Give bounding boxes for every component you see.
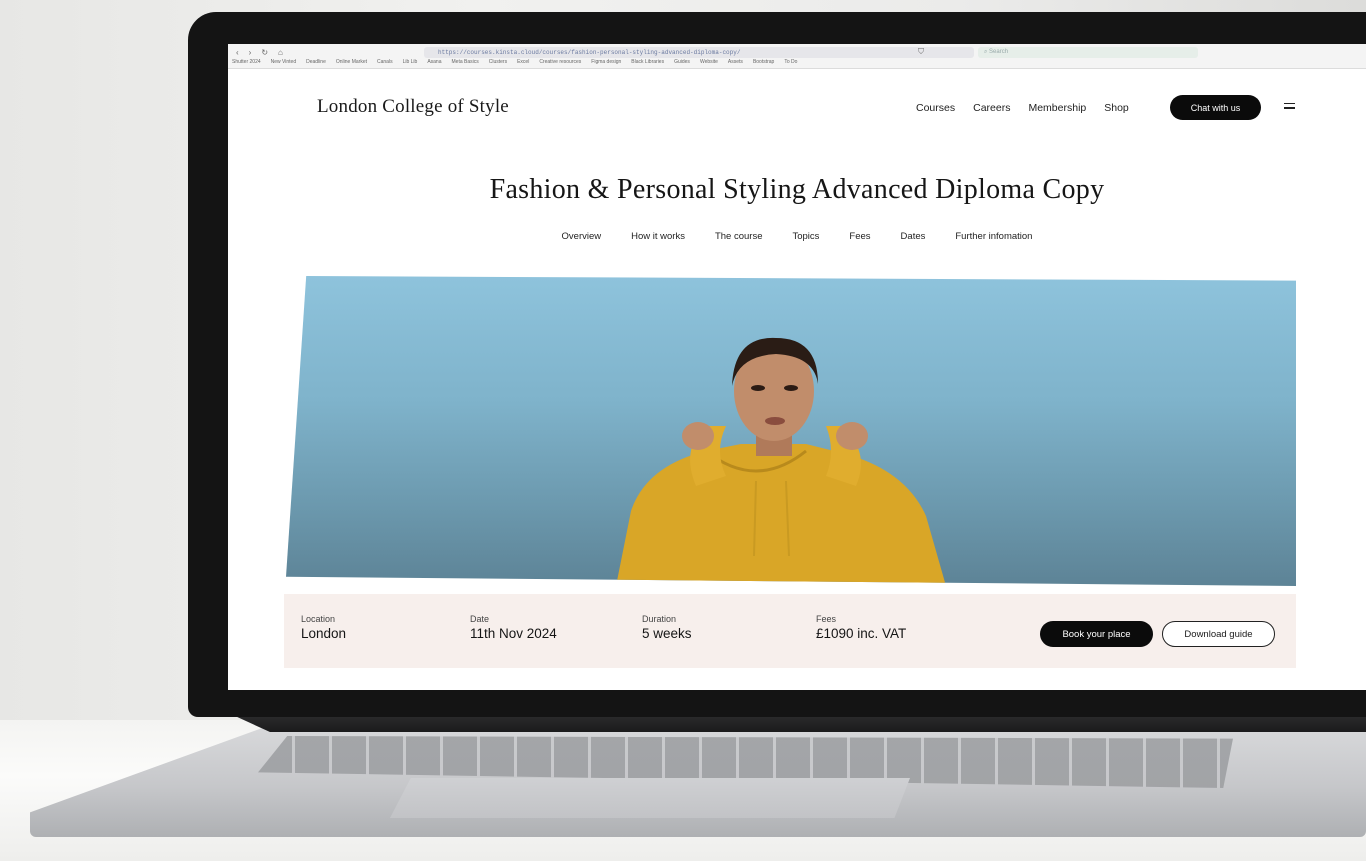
page-title: Fashion & Personal Styling Advanced Dipl…	[489, 174, 1105, 205]
address-bar[interactable]: https://courses.kinsta.cloud/courses/fas…	[424, 47, 974, 58]
browser-tools: ⛉	[918, 47, 924, 57]
model-in-yellow-hoodie-image	[616, 337, 946, 586]
location-info: Location London	[301, 614, 346, 641]
browser-window: ‹ › ↻ ⌂ https://courses.kinsta.cloud/cou…	[228, 44, 1366, 690]
book-your-place-button[interactable]: Book your place	[1040, 621, 1153, 647]
home-icon[interactable]: ⌂	[278, 48, 283, 57]
duration-label: Duration	[642, 614, 677, 624]
bookmark-item[interactable]: Meta Basics	[452, 59, 479, 67]
chat-button[interactable]: Chat with us	[1170, 95, 1261, 120]
course-subnav: Overview How it works The course Topics …	[228, 231, 1366, 242]
nav-membership[interactable]: Membership	[1028, 102, 1086, 114]
bookmark-item[interactable]: Black Libraries	[631, 59, 664, 67]
fees-value: £1090 inc. VAT	[816, 626, 907, 641]
subnav-overview[interactable]: Overview	[562, 231, 602, 242]
bookmark-item[interactable]: Asana	[427, 59, 441, 67]
bookmarks-bar: Shutter 2024 New Vinted Deadline Online …	[232, 59, 1362, 67]
bookmark-item[interactable]: Website	[700, 59, 718, 67]
subnav-further-information[interactable]: Further infomation	[955, 231, 1032, 242]
download-guide-button[interactable]: Download guide	[1162, 621, 1275, 647]
bookmark-item[interactable]: Creative resources	[539, 59, 581, 67]
location-value: London	[301, 626, 347, 641]
bookmark-item[interactable]: To Do	[784, 59, 797, 67]
subnav-fees[interactable]: Fees	[849, 231, 870, 242]
duration-value: 5 weeks	[642, 626, 692, 641]
bookmark-item[interactable]: Deadline	[306, 59, 326, 67]
browser-nav-controls: ‹ › ↻ ⌂	[236, 48, 283, 57]
bookmark-item[interactable]: Shutter 2024	[232, 59, 261, 67]
search-placeholder: Search	[989, 49, 1009, 55]
bookmark-item[interactable]: Canals	[377, 59, 393, 67]
bookmark-item[interactable]: New Vinted	[271, 59, 296, 67]
url-text: https://courses.kinsta.cloud/courses/fas…	[438, 49, 741, 56]
bookmark-item[interactable]: Lib Lib	[403, 59, 418, 67]
location-label: Location	[301, 614, 336, 624]
course-info-bar: Location London Date 11th Nov 2024 Durat…	[284, 594, 1296, 668]
subnav-topics[interactable]: Topics	[792, 231, 819, 242]
nav-careers[interactable]: Careers	[973, 102, 1010, 114]
bookmark-item[interactable]: Figma design	[591, 59, 621, 67]
bookmark-item[interactable]: Excel	[517, 59, 529, 67]
back-icon[interactable]: ‹	[236, 48, 239, 57]
subnav-the-course[interactable]: The course	[715, 231, 763, 242]
pocket-icon[interactable]: ⛉	[918, 47, 924, 57]
laptop-trackpad	[390, 778, 910, 818]
fees-label: Fees	[816, 614, 837, 624]
bookmark-item[interactable]: Guides	[674, 59, 690, 67]
subnav-how-it-works[interactable]: How it works	[631, 231, 685, 242]
duration-info: Duration 5 weeks	[642, 614, 692, 641]
hamburger-menu-icon[interactable]	[1284, 103, 1295, 111]
main-navigation: Courses Careers Membership Shop	[916, 102, 1129, 114]
browser-search-field[interactable]: ⌕ Search	[978, 47, 1198, 58]
nav-courses[interactable]: Courses	[916, 102, 955, 114]
hero-image	[286, 276, 1296, 586]
bookmark-item[interactable]: Online Market	[336, 59, 367, 67]
date-info: Date 11th Nov 2024	[470, 614, 557, 641]
nav-shop[interactable]: Shop	[1104, 102, 1129, 114]
subnav-dates[interactable]: Dates	[901, 231, 926, 242]
site-header: London College of Style Courses Careers …	[228, 70, 1366, 130]
date-value: 11th Nov 2024	[470, 626, 557, 641]
bookmark-item[interactable]: Bootstrap	[753, 59, 774, 67]
reload-icon[interactable]: ↻	[261, 48, 268, 57]
bookmark-item[interactable]: Assets	[728, 59, 743, 67]
bookmark-item[interactable]: Clusters	[489, 59, 507, 67]
fees-info: Fees £1090 inc. VAT	[816, 614, 906, 641]
date-label: Date	[470, 614, 490, 624]
forward-icon[interactable]: ›	[249, 48, 252, 57]
browser-toolbar: ‹ › ↻ ⌂ https://courses.kinsta.cloud/cou…	[228, 44, 1366, 69]
site-logo[interactable]: London College of Style	[317, 96, 509, 118]
